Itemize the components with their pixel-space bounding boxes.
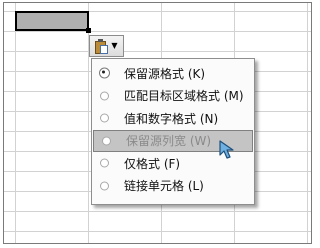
- menu-item-label: 链接单元格 (L): [124, 179, 204, 194]
- menu-item-keep-source-formatting[interactable]: 保留源格式 (K): [92, 62, 254, 85]
- paste-options-menu: 保留源格式 (K) 匹配目标区域格式 (M) 值和数字格式 (N) 保留源列宽 …: [91, 58, 255, 205]
- mouse-cursor-icon: [219, 140, 234, 159]
- fill-handle[interactable]: [86, 28, 91, 33]
- menu-item-label: 匹配目标区域格式 (M): [124, 89, 244, 104]
- chevron-down-icon: ▼: [111, 41, 118, 50]
- radio-icon: [100, 113, 109, 123]
- menu-item-match-destination-formatting[interactable]: 匹配目标区域格式 (M): [92, 85, 254, 108]
- radio-selected-icon: [99, 67, 110, 79]
- selected-cell[interactable]: [15, 11, 89, 31]
- clipboard-icon: [95, 38, 109, 54]
- radio-icon: [102, 136, 111, 146]
- menu-item-label: 保留源格式 (K): [124, 66, 206, 81]
- menu-item-values-and-number-formatting[interactable]: 值和数字格式 (N): [92, 107, 254, 130]
- menu-item-label: 值和数字格式 (N): [124, 111, 219, 126]
- menu-item-link-cells[interactable]: 链接单元格 (L): [92, 175, 254, 198]
- menu-item-label: 保留源列宽 (W): [126, 134, 212, 149]
- radio-icon: [100, 181, 109, 191]
- paste-options-button[interactable]: ▼: [89, 35, 124, 57]
- radio-icon: [100, 91, 109, 101]
- menu-item-label: 仅格式 (F): [124, 156, 181, 171]
- radio-icon: [100, 158, 109, 168]
